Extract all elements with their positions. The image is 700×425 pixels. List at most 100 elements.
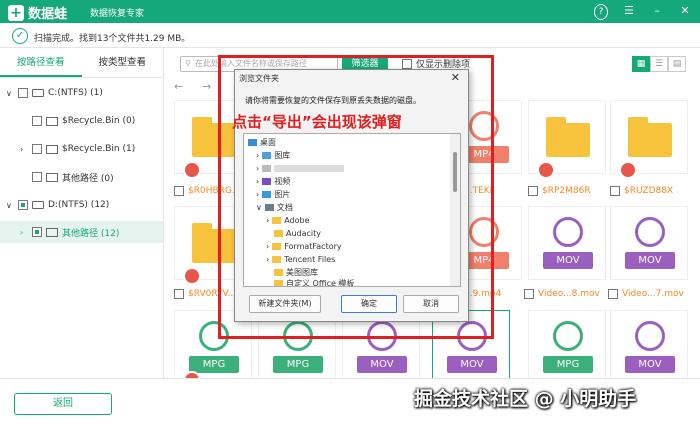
back-arrow-icon[interactable]: ← bbox=[174, 80, 183, 93]
checkbox[interactable] bbox=[610, 186, 620, 196]
checkbox[interactable] bbox=[528, 186, 538, 196]
folder-icon bbox=[46, 227, 58, 237]
chevron-down-icon[interactable]: ∨ bbox=[6, 201, 14, 210]
node-label: 桌面 bbox=[260, 137, 276, 147]
cancel-button[interactable]: 取消 bbox=[403, 295, 459, 313]
checkbox[interactable] bbox=[524, 289, 534, 299]
tree-node-desktop[interactable]: 桌面 bbox=[248, 136, 276, 148]
checkbox[interactable] bbox=[32, 227, 42, 237]
checkbox[interactable] bbox=[32, 144, 42, 154]
file-type-badge: MPG bbox=[543, 356, 593, 373]
checkbox[interactable] bbox=[608, 289, 618, 299]
chevron-down-icon[interactable]: ∨ bbox=[6, 89, 14, 98]
file-name: Video...8.mov bbox=[538, 289, 600, 299]
file-caption[interactable]: $RUZD88X bbox=[610, 186, 673, 196]
checkbox[interactable] bbox=[32, 116, 42, 126]
tree-node-tencent-files[interactable]: › Tencent Files bbox=[266, 253, 335, 265]
new-folder-button[interactable]: 新建文件夹(M) bbox=[249, 295, 321, 313]
tab-by-type[interactable]: 按类型查看 bbox=[82, 48, 164, 77]
ok-button[interactable]: 确定 bbox=[341, 295, 397, 313]
tree-node-audacity[interactable]: Audacity bbox=[274, 227, 321, 239]
tree-item-label: 其他路径 (0) bbox=[62, 173, 114, 184]
drive-icon bbox=[32, 201, 44, 209]
chevron-right-icon[interactable]: › bbox=[256, 177, 259, 186]
view-tabs: 按路径查看 按类型查看 bbox=[0, 48, 163, 78]
file-name: $RUZD88X bbox=[624, 186, 674, 196]
list-view-icon[interactable]: ☰ bbox=[650, 56, 668, 72]
tree-item-other-path-c[interactable]: 其他路径 (0) bbox=[32, 166, 114, 188]
back-button[interactable]: 返回 bbox=[14, 393, 112, 415]
title-bar: + 数据蛙 数据恢复专家 ? ☰ – ✕ bbox=[0, 0, 700, 23]
chevron-right-icon[interactable]: › bbox=[266, 242, 269, 251]
file-card[interactable]: MOV bbox=[528, 206, 606, 280]
node-label: 文档 bbox=[276, 202, 293, 212]
file-type-badge: MPG bbox=[189, 356, 239, 373]
checkbox[interactable] bbox=[32, 172, 42, 182]
dialog-message: 请你将需要恢复的文件保存到原丢失数据的磁盘。 bbox=[245, 96, 421, 105]
grid-view-icon[interactable]: ▦ bbox=[632, 56, 650, 72]
tree-item-c-drive[interactable]: ∨ C:(NTFS) (1) bbox=[6, 82, 103, 104]
node-label: Audacity bbox=[286, 228, 322, 238]
check-icon: ✓ bbox=[12, 28, 28, 44]
file-card[interactable] bbox=[528, 100, 606, 179]
drive-icon bbox=[32, 89, 44, 97]
picture-folder-icon bbox=[262, 190, 272, 198]
file-caption[interactable]: Video...8.mov bbox=[524, 289, 600, 299]
file-card[interactable]: MOV bbox=[610, 310, 688, 378]
node-label: Tencent Files bbox=[284, 254, 336, 264]
scrollbar[interactable] bbox=[450, 134, 460, 286]
chevron-down-icon[interactable]: ∨ bbox=[256, 203, 262, 212]
folder-icon bbox=[46, 172, 58, 182]
tree-node-adobe[interactable]: › Adobe bbox=[266, 214, 310, 226]
minimize-icon[interactable]: – bbox=[650, 4, 664, 20]
document-folder-icon bbox=[264, 203, 274, 211]
app-logo: + 数据蛙 bbox=[8, 3, 67, 22]
help-icon[interactable]: ? bbox=[594, 4, 608, 20]
file-caption[interactable]: ...9.mp4 bbox=[464, 289, 501, 299]
chevron-right-icon[interactable]: › bbox=[266, 255, 269, 264]
folder-icon bbox=[546, 117, 590, 157]
menu-icon[interactable]: ☰ bbox=[622, 4, 636, 20]
file-caption[interactable]: $R0HBRG... bbox=[174, 186, 240, 196]
tree-item-other-path-d[interactable]: › 其他路径 (12) bbox=[0, 221, 163, 243]
tree-node-office-templates[interactable]: 自定义 Office 模板 bbox=[274, 277, 354, 286]
chevron-right-icon[interactable]: › bbox=[256, 151, 259, 160]
file-type-badge: MOV bbox=[625, 252, 675, 269]
tree-node-pictures[interactable]: › 图片 bbox=[256, 188, 290, 200]
file-card[interactable]: MPG bbox=[528, 310, 606, 378]
tree-item-recycle-bin-1[interactable]: › $Recycle.Bin (1) bbox=[20, 138, 135, 160]
tree-node-documents[interactable]: ∨ 文档 bbox=[256, 201, 293, 213]
close-icon[interactable]: ✕ bbox=[451, 71, 460, 84]
tree-item-d-drive[interactable]: ∨ D:(NTFS) (12) bbox=[6, 194, 109, 216]
chevron-right-icon[interactable]: › bbox=[256, 190, 259, 199]
tree-item-recycle-bin-0[interactable]: $Recycle.Bin (0) bbox=[32, 110, 135, 132]
tree-node-videos[interactable]: › 视频 bbox=[256, 175, 290, 187]
tree-node-user[interactable]: › bbox=[256, 162, 345, 174]
file-card[interactable]: MOV bbox=[610, 206, 688, 280]
checkbox[interactable] bbox=[18, 88, 28, 98]
file-type-badge: MOV bbox=[447, 356, 497, 373]
deleted-icon bbox=[619, 161, 637, 179]
video-icon bbox=[553, 217, 583, 247]
tab-by-path[interactable]: 按路径查看 bbox=[0, 48, 82, 77]
tree-item-label: 其他路径 (12) bbox=[62, 228, 120, 239]
checkbox[interactable] bbox=[174, 186, 184, 196]
chevron-right-icon[interactable]: › bbox=[266, 216, 269, 225]
file-caption[interactable]: Video...7.mov bbox=[608, 289, 684, 299]
checkbox[interactable] bbox=[174, 289, 184, 299]
chevron-right-icon[interactable]: › bbox=[20, 145, 28, 154]
detail-view-icon[interactable]: ▤ bbox=[668, 56, 686, 72]
scrollbar-thumb[interactable] bbox=[453, 152, 457, 192]
chevron-right-icon[interactable]: › bbox=[20, 228, 28, 237]
file-caption[interactable]: $RV0RYV... bbox=[174, 289, 236, 299]
file-caption[interactable]: $RP2M86R bbox=[528, 186, 591, 196]
forward-arrow-icon[interactable]: → bbox=[202, 80, 211, 93]
tree-node-gallery[interactable]: › 图库 bbox=[256, 149, 290, 161]
checkbox[interactable] bbox=[18, 200, 28, 210]
tree-node-formatfactory[interactable]: › FormatFactory bbox=[266, 240, 342, 252]
folder-icon bbox=[46, 144, 58, 154]
checkbox[interactable] bbox=[402, 58, 412, 69]
file-card[interactable] bbox=[610, 100, 688, 179]
chevron-right-icon[interactable]: › bbox=[256, 164, 259, 173]
close-icon[interactable]: ✕ bbox=[678, 4, 692, 20]
